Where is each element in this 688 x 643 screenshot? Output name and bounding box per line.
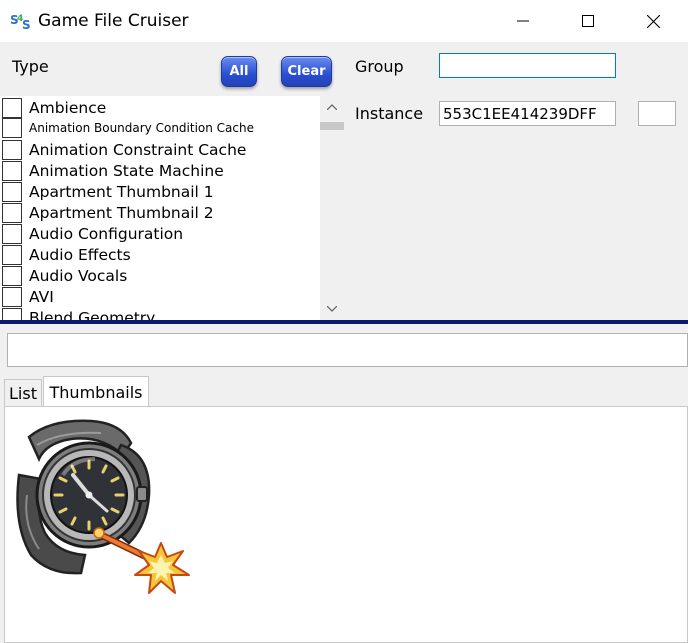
type-item[interactable]: Blend Geometry [0, 307, 155, 320]
type-checkbox[interactable] [2, 244, 22, 265]
type-item-label: Blend Geometry [29, 308, 156, 321]
chevron-up-icon [327, 104, 337, 110]
chevron-down-icon [327, 306, 337, 312]
type-item-label: Audio Vocals [29, 266, 128, 285]
type-checkbox[interactable] [2, 160, 22, 181]
type-checkbox[interactable] [2, 286, 22, 307]
type-checkbox[interactable] [2, 97, 22, 118]
instance-extra-input[interactable] [638, 101, 676, 126]
type-item-label: Animation State Machine [29, 161, 224, 180]
type-checkbox[interactable] [2, 265, 22, 286]
instance-input[interactable]: 553C1EE414239DFF [439, 101, 616, 126]
select-all-button[interactable]: All [221, 56, 257, 87]
s4s-logo-icon: S 4 S [10, 10, 32, 32]
type-item[interactable]: Audio Configuration [0, 223, 183, 244]
type-item-label: Animation Boundary Condition Cache [29, 120, 254, 135]
group-label: Group [355, 57, 404, 76]
type-item-label: Animation Constraint Cache [29, 140, 247, 159]
window-title: Game File Cruiser [38, 11, 189, 31]
type-item[interactable]: Animation State Machine [0, 160, 224, 181]
type-checkbox[interactable] [2, 307, 22, 320]
type-label: Type [12, 57, 49, 76]
wristwatch-teleport-icon[interactable] [11, 415, 193, 599]
type-checklist[interactable]: Ambience Animation Boundary Condition Ca… [0, 96, 344, 320]
type-item-label: Apartment Thumbnail 2 [29, 203, 214, 222]
type-item[interactable]: Animation Boundary Condition Cache [0, 117, 254, 138]
type-item-label: Apartment Thumbnail 1 [29, 182, 214, 201]
type-item[interactable]: Animation Constraint Cache [0, 139, 246, 160]
type-checkbox[interactable] [2, 117, 22, 138]
type-item[interactable]: Ambience [0, 97, 106, 118]
scroll-up-button[interactable] [320, 96, 344, 118]
type-item-label: Audio Effects [29, 245, 131, 264]
type-item[interactable]: Audio Vocals [0, 265, 127, 286]
scroll-thumb[interactable] [320, 122, 344, 130]
type-item[interactable]: AVI [0, 286, 54, 307]
svg-text:S: S [22, 18, 31, 32]
scroll-down-button[interactable] [320, 298, 344, 320]
thumbnails-panel [4, 406, 688, 643]
close-icon [646, 14, 660, 28]
tab-list[interactable]: List [4, 379, 42, 406]
type-checkbox[interactable] [2, 202, 22, 223]
instance-label: Instance [355, 104, 424, 123]
type-item[interactable]: Apartment Thumbnail 2 [0, 202, 214, 223]
type-checkbox[interactable] [2, 181, 22, 202]
type-checkbox[interactable] [2, 223, 22, 244]
type-item[interactable]: Apartment Thumbnail 1 [0, 181, 214, 202]
minimize-icon [517, 20, 529, 22]
type-item-label: Audio Configuration [29, 224, 184, 243]
panel-splitter[interactable] [0, 320, 688, 324]
tab-thumbnails[interactable]: Thumbnails [43, 376, 149, 407]
minimize-button[interactable] [500, 0, 546, 42]
type-list-scrollbar[interactable] [320, 96, 344, 320]
clear-button[interactable]: Clear [281, 56, 332, 87]
maximize-button[interactable] [565, 0, 611, 42]
type-item-label: AVI [29, 287, 54, 306]
title-bar: S 4 S Game File Cruiser [0, 0, 688, 42]
type-checkbox[interactable] [2, 139, 22, 160]
group-input[interactable] [439, 53, 616, 78]
type-item-label: Ambience [29, 98, 107, 117]
maximize-icon [582, 15, 594, 27]
type-item[interactable]: Audio Effects [0, 244, 131, 265]
close-button[interactable] [630, 0, 676, 42]
filter-input[interactable] [7, 333, 688, 367]
